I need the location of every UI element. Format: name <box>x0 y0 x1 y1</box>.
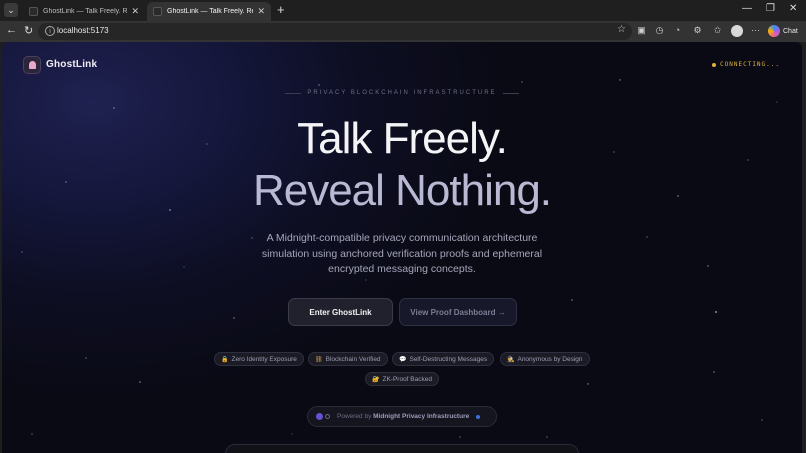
feature-chip-label: Self-Destructing Messages <box>409 355 488 363</box>
more-menu-icon[interactable]: ··· <box>750 25 761 36</box>
hero-description: A Midnight-compatible privacy communicat… <box>261 232 543 275</box>
chat-label: Chat <box>783 27 798 35</box>
next-section-card <box>225 444 579 453</box>
feature-chip-label: Blockchain Verified <box>325 355 381 363</box>
collections-icon[interactable]: ▣ <box>636 25 647 36</box>
chain-icon: ⛓ <box>315 356 323 363</box>
minimize-icon[interactable]: — <box>742 3 752 14</box>
favorites-icon[interactable]: ✩ <box>712 25 723 36</box>
feature-chip-label: Zero Identity Exposure <box>231 355 297 363</box>
headline-primary: Talk Freely. <box>297 114 508 163</box>
url-field[interactable]: i localhost:5173 ☆ <box>38 23 632 40</box>
divider <box>285 92 302 94</box>
divider <box>502 92 519 94</box>
view-proof-dashboard-button[interactable]: View Proof Dashboard → <box>399 298 517 326</box>
status-dot-icon <box>712 62 717 67</box>
settings-gear-icon[interactable]: ⚙ <box>692 25 703 36</box>
lock-icon: 🔒 <box>221 356 229 363</box>
address-bar: ← ↻ i localhost:5173 ☆ ▣ ◷ ◔ ⚙ ✩ ··· Cha… <box>0 21 806 42</box>
tab-ghostlink-2[interactable]: GhostLink — Talk Freely. Reveal No ✕ <box>147 2 271 21</box>
info-icon[interactable]: i <box>45 26 55 36</box>
ring-icon <box>325 414 330 419</box>
feature-chip-blockchain: ⛓ Blockchain Verified <box>308 352 388 366</box>
star-icon[interactable]: ☆ <box>617 24 626 35</box>
key-lock-icon: 🔐 <box>372 376 380 383</box>
feature-chip-label: ZK-Proof Backed <box>382 375 432 383</box>
ghost-icon <box>29 61 36 69</box>
headline-secondary: Reveal Nothing. <box>252 166 552 215</box>
powered-by-badge: Powered by Midnight Privacy Infrastructu… <box>307 406 497 427</box>
enter-ghostlink-button[interactable]: Enter GhostLink <box>288 298 393 326</box>
midnight-logo-icon <box>316 413 323 420</box>
logo[interactable] <box>23 56 41 74</box>
reload-icon[interactable]: ↻ <box>24 24 33 37</box>
feature-chip-anonymous: 🕵 Anonymous by Design <box>500 352 590 366</box>
detective-icon: 🕵 <box>507 356 515 363</box>
copilot-icon <box>768 25 780 37</box>
message-icon: 💬 <box>399 356 407 363</box>
chat-button[interactable]: Chat <box>768 24 798 38</box>
brand-name[interactable]: GhostLink <box>46 59 97 70</box>
feature-chip-zk-proof: 🔐 ZK-Proof Backed <box>365 372 439 386</box>
window-close-icon[interactable]: ✕ <box>789 3 797 14</box>
eyebrow-text: PRIVACY BLOCKCHAIN INFRASTRUCTURE <box>307 90 497 96</box>
tab-bar: ⌄ GhostLink — Talk Freely. Reveal No ✕ G… <box>0 0 806 21</box>
powered-by-text: Powered by Midnight Privacy Infrastructu… <box>337 413 469 420</box>
tab-favicon-icon <box>29 7 38 16</box>
extension-icon[interactable]: ◔ <box>672 25 683 36</box>
eyebrow: PRIVACY BLOCKCHAIN INFRASTRUCTURE <box>2 90 802 96</box>
tab-title: GhostLink — Talk Freely. Reveal No <box>167 8 253 15</box>
connection-status: CONNECTING... <box>712 61 780 68</box>
back-arrow-icon[interactable]: ← <box>6 24 17 36</box>
feature-chip-label: Anonymous by Design <box>517 355 583 363</box>
powered-by-prefix: Powered by <box>337 413 372 420</box>
feature-chip-zero-identity: 🔒 Zero Identity Exposure <box>214 352 304 366</box>
url-text[interactable]: localhost:5173 <box>57 26 109 35</box>
avatar[interactable] <box>731 25 743 37</box>
feature-chip-self-destructing: 💬 Self-Destructing Messages <box>392 352 495 366</box>
status-text: CONNECTING... <box>720 61 780 68</box>
new-tab-button[interactable]: + <box>277 2 285 17</box>
history-icon[interactable]: ◷ <box>654 25 665 36</box>
close-icon[interactable]: ✕ <box>131 6 139 17</box>
page-viewport: GhostLink CONNECTING... PRIVACY BLOCKCHA… <box>2 42 802 453</box>
tab-title: GhostLink — Talk Freely. Reveal No <box>43 8 128 15</box>
tab-ghostlink-1[interactable]: GhostLink — Talk Freely. Reveal No ✕ <box>23 2 145 21</box>
restore-icon[interactable]: ❐ <box>766 3 775 14</box>
powered-by-name: Midnight Privacy Infrastructure <box>373 413 470 420</box>
status-dot-icon <box>476 414 481 419</box>
tab-menu-button[interactable]: ⌄ <box>4 3 18 17</box>
close-icon[interactable]: ✕ <box>257 6 265 17</box>
tab-favicon-icon <box>153 7 162 16</box>
